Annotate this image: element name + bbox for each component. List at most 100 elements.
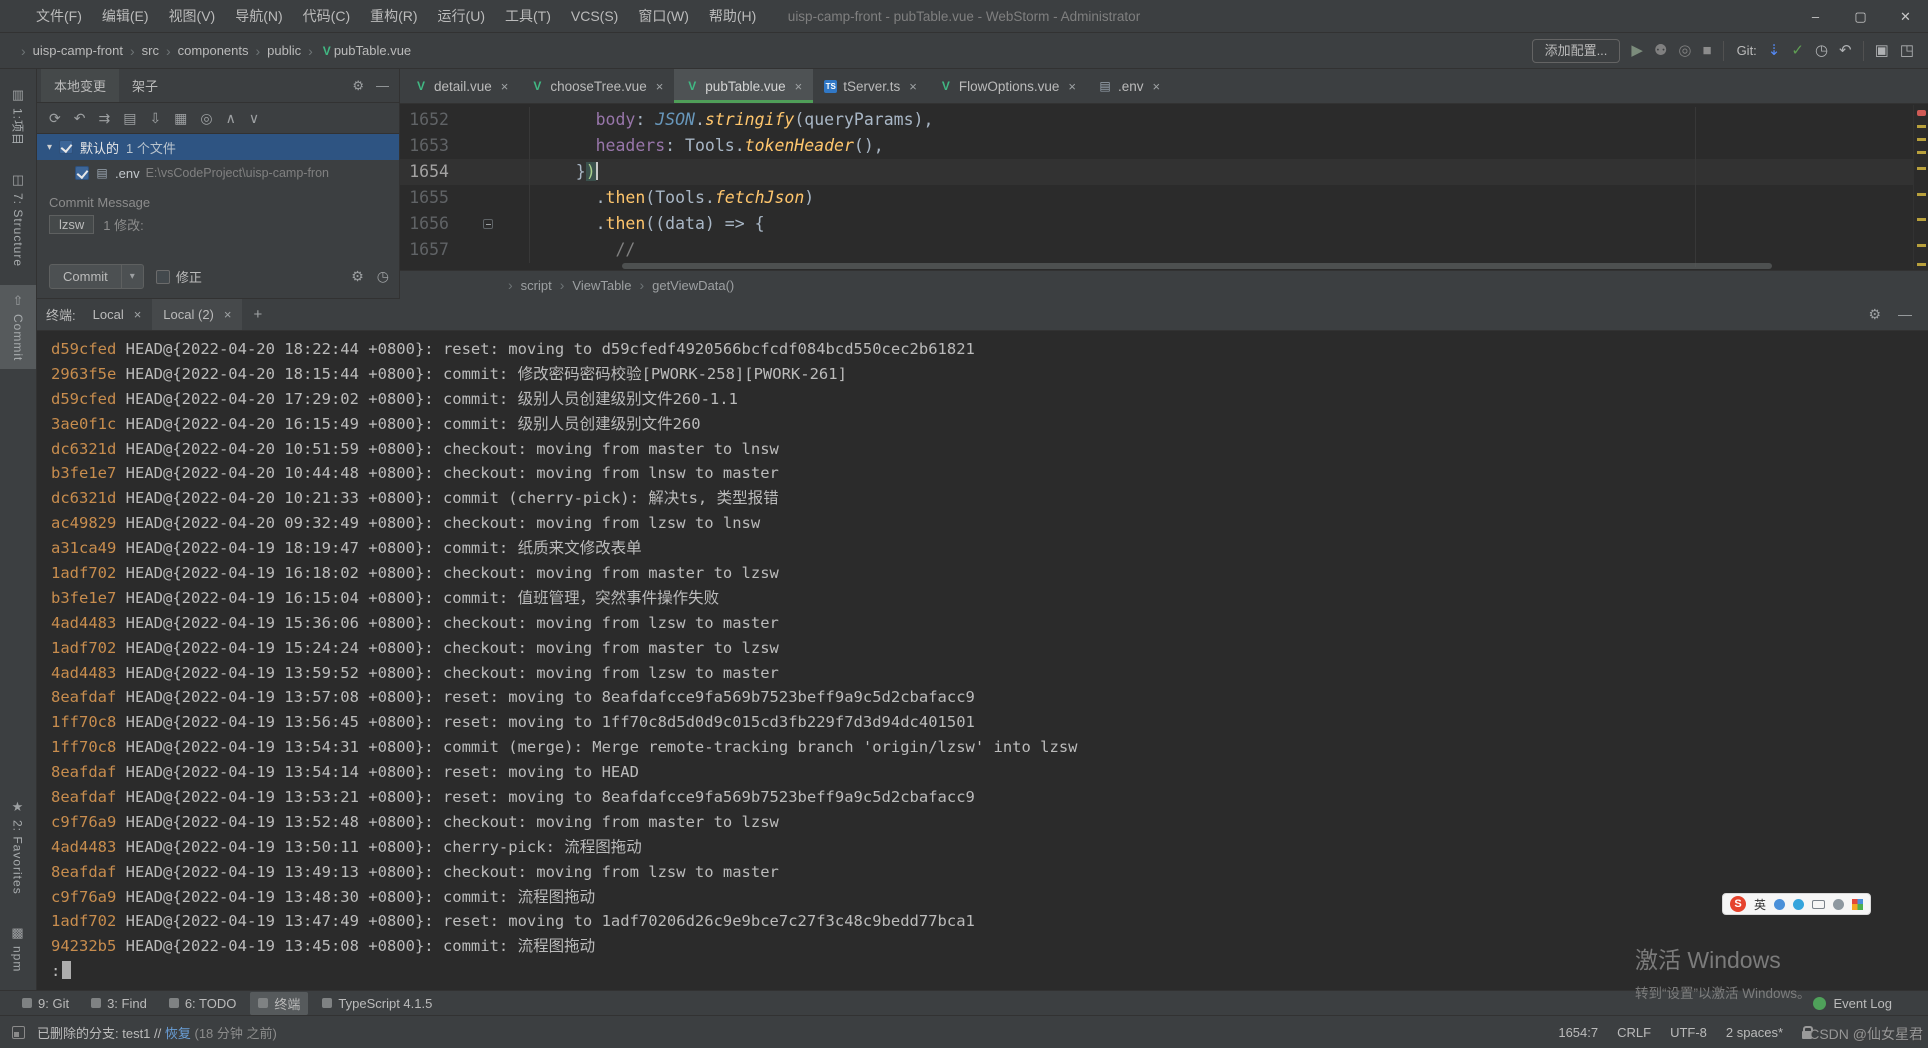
error-mark[interactable] bbox=[1917, 110, 1926, 116]
commit-icon[interactable]: ✓ bbox=[1791, 43, 1804, 58]
tool-window-button[interactable]: ▩ npm bbox=[0, 917, 35, 980]
ime-toolbox-icon[interactable] bbox=[1833, 899, 1844, 910]
code-line[interactable]: 1655 .then(Tools.fetchJson) bbox=[400, 185, 1928, 211]
close-icon[interactable]: × bbox=[134, 307, 142, 322]
menu-item[interactable]: 窗口(W) bbox=[628, 0, 699, 33]
code-breadcrumb-item[interactable]: › ViewTable bbox=[552, 277, 632, 293]
warning-mark[interactable] bbox=[1917, 125, 1926, 128]
shelve-icon[interactable]: ⇩ bbox=[149, 110, 161, 127]
code-line[interactable]: 1656 .then((data) => { bbox=[400, 211, 1928, 237]
warning-mark[interactable] bbox=[1917, 151, 1926, 154]
code-line[interactable]: 1657 // bbox=[400, 237, 1928, 263]
code-breadcrumb-item[interactable]: › script bbox=[500, 277, 552, 293]
fold-collapse-icon[interactable] bbox=[483, 219, 493, 229]
horizontal-scrollbar[interactable] bbox=[530, 263, 1906, 269]
code-line[interactable]: 1652 body: JSON.stringify(queryParams), bbox=[400, 107, 1928, 133]
file-checkbox[interactable] bbox=[75, 166, 89, 180]
warning-mark[interactable] bbox=[1917, 193, 1926, 196]
expand-all-icon[interactable]: ∧ bbox=[226, 110, 236, 127]
commit-panel-tab[interactable]: 本地变更 bbox=[41, 69, 119, 102]
commit-button[interactable]: Commit ▾ bbox=[49, 264, 144, 289]
tool-window-button[interactable]: ◫ 7: Structure bbox=[0, 164, 36, 275]
error-stripe[interactable] bbox=[1913, 105, 1928, 269]
editor-tab[interactable]: chooseTree.vue × bbox=[519, 69, 674, 103]
line-separator[interactable]: CRLF bbox=[1617, 1025, 1651, 1040]
collapse-all-icon[interactable]: ∨ bbox=[249, 110, 259, 127]
menu-item[interactable]: 代码(C) bbox=[293, 0, 360, 33]
warning-mark[interactable] bbox=[1917, 218, 1926, 221]
warning-mark[interactable] bbox=[1917, 244, 1926, 247]
menu-item[interactable]: 编辑(E) bbox=[92, 0, 159, 33]
menu-item[interactable]: 导航(N) bbox=[225, 0, 292, 33]
tool-window-button[interactable]: ▥ 1:项目 bbox=[0, 79, 36, 154]
history-icon[interactable]: ◷ bbox=[1815, 43, 1828, 58]
ime-toolbar[interactable]: S 英 bbox=[1722, 893, 1871, 915]
close-icon[interactable]: × bbox=[1068, 79, 1076, 94]
show-diff-icon[interactable]: ▤ bbox=[123, 110, 136, 127]
warning-mark[interactable] bbox=[1917, 167, 1926, 170]
expand-arrow-icon[interactable]: ▾ bbox=[47, 142, 52, 153]
commit-icon[interactable]: ⇉ bbox=[98, 110, 110, 127]
stop-icon[interactable]: ■ bbox=[1703, 43, 1712, 58]
debug-icon[interactable]: ⚉ bbox=[1654, 43, 1667, 58]
gear-icon[interactable]: ⚙ bbox=[1868, 306, 1881, 323]
maximize-button[interactable]: ▢ bbox=[1838, 0, 1883, 33]
close-icon[interactable]: × bbox=[795, 79, 803, 94]
tool-window-button[interactable]: ⇧ Commit bbox=[0, 285, 36, 369]
close-icon[interactable]: × bbox=[909, 79, 917, 94]
menu-item[interactable]: 重构(R) bbox=[360, 0, 427, 33]
hide-icon[interactable]: — bbox=[376, 78, 389, 94]
ime-language-indicator[interactable]: 英 bbox=[1754, 896, 1766, 913]
commit-dropdown-arrow-icon[interactable]: ▾ bbox=[121, 265, 143, 288]
tool-window-button[interactable]: ★ 2: Favorites bbox=[0, 791, 35, 903]
close-icon[interactable]: × bbox=[1153, 79, 1161, 94]
changelist-checkbox[interactable] bbox=[59, 140, 73, 154]
commit-button-label[interactable]: Commit bbox=[50, 265, 121, 288]
hide-windows-icon[interactable]: ▣ bbox=[1875, 43, 1889, 58]
code-line[interactable]: 1653 headers: Tools.tokenHeader(), bbox=[400, 133, 1928, 159]
breadcrumb-item[interactable]: › pubTable.vue bbox=[301, 43, 411, 59]
rollback-icon[interactable]: ↶ bbox=[74, 110, 86, 127]
ime-mic-icon[interactable] bbox=[1793, 899, 1804, 910]
history-icon[interactable]: ◷ bbox=[377, 268, 389, 285]
ime-emoji-icon[interactable] bbox=[1774, 899, 1785, 910]
terminal-tab[interactable]: Local × bbox=[82, 299, 153, 330]
hide-icon[interactable]: — bbox=[1898, 306, 1912, 323]
tool-window-bar-item[interactable]: 3: Find bbox=[83, 994, 155, 1013]
breadcrumb-item[interactable]: › uisp-camp-front bbox=[14, 43, 123, 59]
terminal-tab[interactable]: Local (2) × bbox=[152, 299, 242, 330]
gear-icon[interactable]: ⚙ bbox=[351, 268, 364, 285]
menu-item[interactable]: VCS(S) bbox=[561, 0, 628, 33]
gear-icon[interactable]: ⚙ bbox=[352, 78, 364, 94]
warning-mark[interactable] bbox=[1917, 138, 1926, 141]
breadcrumb-item[interactable]: › public bbox=[249, 43, 302, 59]
tool-window-bar-item[interactable]: TypeScript 4.1.5 bbox=[314, 994, 440, 1013]
coverage-icon[interactable]: ◎ bbox=[1678, 43, 1691, 58]
refresh-icon[interactable]: ⟳ bbox=[49, 110, 61, 127]
editor-tab[interactable]: detail.vue × bbox=[403, 69, 519, 103]
restore-layout-icon[interactable]: ◳ bbox=[1900, 43, 1914, 58]
editor-tab[interactable]: FlowOptions.vue × bbox=[928, 69, 1087, 103]
add-configuration-button[interactable]: 添加配置... bbox=[1532, 39, 1621, 63]
menu-item[interactable]: 帮助(H) bbox=[699, 0, 766, 33]
ime-keyboard-icon[interactable] bbox=[1812, 900, 1825, 909]
file-encoding[interactable]: UTF-8 bbox=[1670, 1025, 1707, 1040]
rollback-icon[interactable]: ↶ bbox=[1839, 43, 1852, 58]
amend-checkbox[interactable] bbox=[156, 270, 170, 284]
menu-item[interactable]: 工具(T) bbox=[495, 0, 561, 33]
warning-mark[interactable] bbox=[1917, 263, 1926, 266]
minimize-button[interactable]: – bbox=[1793, 0, 1838, 33]
changed-file-row[interactable]: .env E:\vsCodeProject\uisp-camp-fron bbox=[37, 160, 399, 186]
new-terminal-button[interactable]: + bbox=[242, 306, 273, 323]
menu-item[interactable]: 文件(F) bbox=[26, 0, 92, 33]
changelist-row[interactable]: ▾ 默认的 1 个文件 bbox=[37, 134, 399, 160]
close-icon[interactable]: × bbox=[224, 307, 232, 322]
close-icon[interactable]: × bbox=[656, 79, 664, 94]
ime-skin-icon[interactable] bbox=[1852, 899, 1863, 910]
restore-link[interactable]: 恢复 bbox=[165, 1026, 191, 1041]
close-button[interactable]: ✕ bbox=[1883, 0, 1928, 33]
event-log-button[interactable]: Event Log bbox=[1813, 996, 1928, 1011]
tool-window-switcher-icon[interactable] bbox=[12, 1026, 25, 1039]
menu-item[interactable]: 视图(V) bbox=[159, 0, 226, 33]
sogou-logo-icon[interactable]: S bbox=[1730, 896, 1746, 912]
